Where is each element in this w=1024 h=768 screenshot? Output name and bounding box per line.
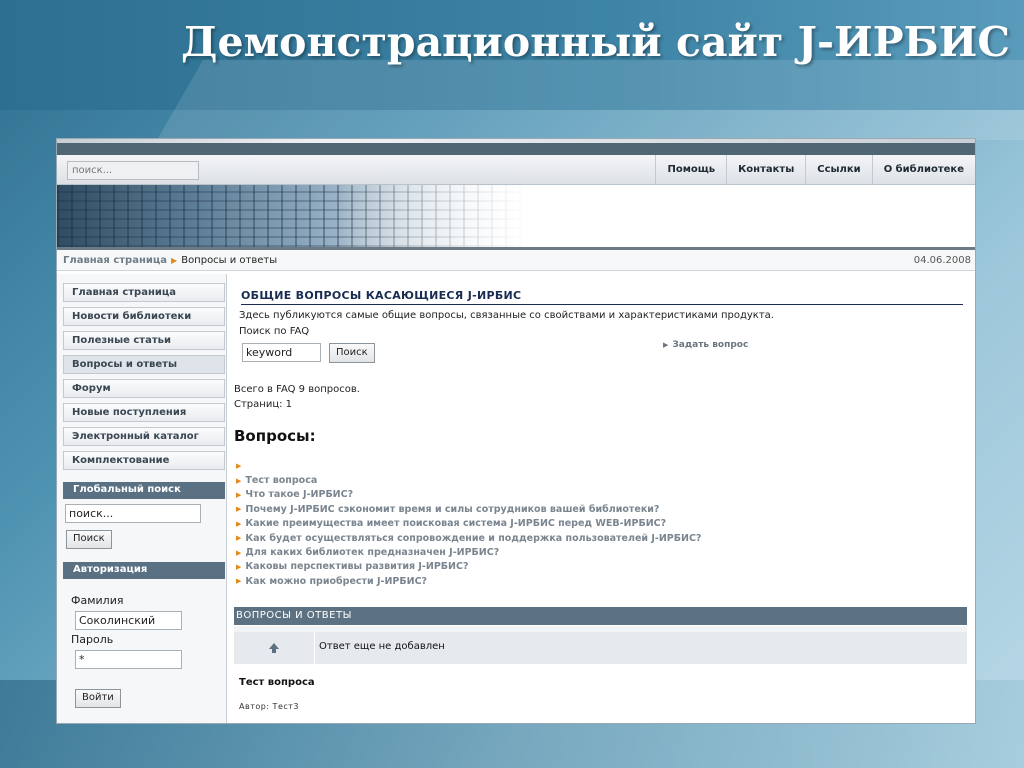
nav-item-links[interactable]: Ссылки [805, 155, 871, 185]
bullet-arrow-icon: ▶ [236, 476, 242, 485]
slide-title: Демонстрационный сайт J-ИРБИС [181, 18, 1010, 66]
question-item[interactable]: ▶ Как будет осуществляться сопровождение … [236, 531, 936, 545]
bullet-arrow-icon: ▶ [236, 462, 242, 471]
question-author: Автор: Тест3 [239, 702, 300, 711]
questions-heading: Вопросы: [234, 427, 316, 445]
chevron-right-icon: ▶ [663, 341, 669, 349]
breadcrumb-current: Вопросы и ответы [181, 255, 278, 266]
slide-background-stripe [156, 60, 1024, 140]
question-text: Каковы перспективы развития J-ИРБИС? [245, 561, 469, 573]
bullet-arrow-icon: ▶ [236, 490, 242, 499]
bullet-arrow-icon: ▶ [236, 548, 242, 557]
question-item[interactable]: ▶ Для каких библиотек предназначен J-ИРБИ… [236, 545, 936, 559]
bullet-arrow-icon: ▶ [236, 519, 242, 528]
breadcrumb-arrow-icon: ▶ [171, 256, 178, 265]
nav-item-help[interactable]: Помощь [655, 155, 726, 185]
faq-search-input[interactable] [242, 343, 321, 362]
current-date: 04.06.2008 [913, 255, 971, 266]
top-navbar: Помощь Контакты Ссылки О библиотеке [57, 155, 975, 185]
qa-row: Ответ еще не добавлен [234, 632, 967, 664]
qa-answer-text: Ответ еще не добавлен [315, 632, 967, 664]
sidebar-item-faq[interactable]: Вопросы и ответы [63, 355, 225, 374]
header-dark-bar [57, 143, 975, 155]
header-banner [57, 185, 975, 247]
auth-heading: Авторизация [63, 562, 225, 579]
question-text: Как можно приобрести J-ИРБИС? [245, 575, 428, 587]
question-text: Для каких библиотек предназначен J-ИРБИС… [245, 547, 500, 559]
sidebar-item-home[interactable]: Главная страница [63, 283, 225, 302]
questions-list: ▶ ▶ Тест вопроса ▶ Что такое J-ИРБИС? ▶ Поч… [236, 459, 936, 589]
question-text: Какие преимущества имеет поисковая систе… [245, 518, 667, 530]
sidebar-item-news[interactable]: Новости библиотеки [63, 307, 225, 326]
sidebar: Главная страница Новости библиотеки Поле… [57, 274, 227, 723]
password-label: Пароль [71, 633, 114, 646]
surname-label: Фамилия [71, 594, 124, 607]
sidebar-item-catalog[interactable]: Электронный каталог [63, 427, 225, 446]
ask-question-link[interactable]: ▶ Задать вопрос [663, 340, 748, 350]
question-item[interactable]: ▶ Тест вопроса [236, 473, 936, 487]
bullet-arrow-icon: ▶ [236, 505, 242, 514]
question-item[interactable]: ▶ Каковы перспективы развития J-ИРБИС? [236, 560, 936, 574]
login-button[interactable]: Войти [75, 689, 121, 708]
faq-total-count: Всего в FAQ 9 вопросов. [234, 384, 360, 395]
global-search-heading: Глобальный поиск [63, 482, 225, 499]
main-content: ОБЩИЕ ВОПРОСЫ КАСАЮЩИЕСЯ J-ИРБИС Здесь п… [233, 274, 975, 723]
breadcrumb-bar: Главная страница ▶ Вопросы и ответы 04.0… [57, 247, 975, 271]
question-item[interactable]: ▶ Почему J-ИРБИС сэкономит время и силы с… [236, 502, 936, 516]
question-text: Тест вопроса [245, 475, 318, 487]
sidebar-item-forum[interactable]: Форум [63, 379, 225, 398]
faq-search-button[interactable]: Поиск [329, 343, 375, 363]
global-search-input[interactable] [65, 504, 201, 523]
question-heading: Тест вопроса [239, 677, 315, 688]
qa-section-header: ВОПРОСЫ И ОТВЕТЫ [234, 607, 967, 625]
sidebar-item-acquisition[interactable]: Комплектование [63, 451, 225, 470]
browser-page-screenshot: Помощь Контакты Ссылки О библиотеке Глав… [56, 138, 976, 724]
question-item[interactable]: ▶ [236, 459, 936, 473]
global-search-button[interactable]: Поиск [66, 530, 112, 549]
question-item[interactable]: ▶ Что такое J-ИРБИС? [236, 488, 936, 502]
faq-search-label: Поиск по FAQ [239, 326, 310, 337]
breadcrumb: Главная страница ▶ Вопросы и ответы [63, 255, 277, 266]
intro-text: Здесь публикуются самые общие вопросы, с… [239, 310, 774, 321]
top-nav-menu: Помощь Контакты Ссылки О библиотеке [655, 155, 975, 185]
bullet-arrow-icon: ▶ [236, 562, 242, 571]
section-title: ОБЩИЕ ВОПРОСЫ КАСАЮЩИЕСЯ J-ИРБИС [241, 289, 963, 305]
question-item[interactable]: ▶ Как можно приобрести J-ИРБИС? [236, 574, 936, 588]
sidebar-item-articles[interactable]: Полезные статьи [63, 331, 225, 350]
nav-item-about[interactable]: О библиотеке [871, 155, 975, 185]
bullet-arrow-icon: ▶ [236, 534, 242, 543]
password-field[interactable] [75, 650, 182, 669]
breadcrumb-home-link[interactable]: Главная страница [63, 255, 167, 266]
bullet-arrow-icon: ▶ [236, 577, 242, 586]
top-search-input[interactable] [67, 161, 199, 180]
arrow-up-icon[interactable] [234, 632, 315, 664]
banner-building-image [57, 185, 527, 247]
ask-question-label: Задать вопрос [672, 340, 749, 350]
question-text: Как будет осуществляться сопровождение и… [245, 532, 702, 544]
question-item[interactable]: ▶ Какие преимущества имеет поисковая сист… [236, 517, 936, 531]
faq-pages-count: Страниц: 1 [234, 399, 293, 410]
sidebar-item-new-arrivals[interactable]: Новые поступления [63, 403, 225, 422]
nav-item-contacts[interactable]: Контакты [726, 155, 805, 185]
surname-field[interactable] [75, 611, 182, 630]
question-text: Что такое J-ИРБИС? [245, 489, 354, 501]
question-text: Почему J-ИРБИС сэкономит время и силы со… [245, 503, 660, 515]
